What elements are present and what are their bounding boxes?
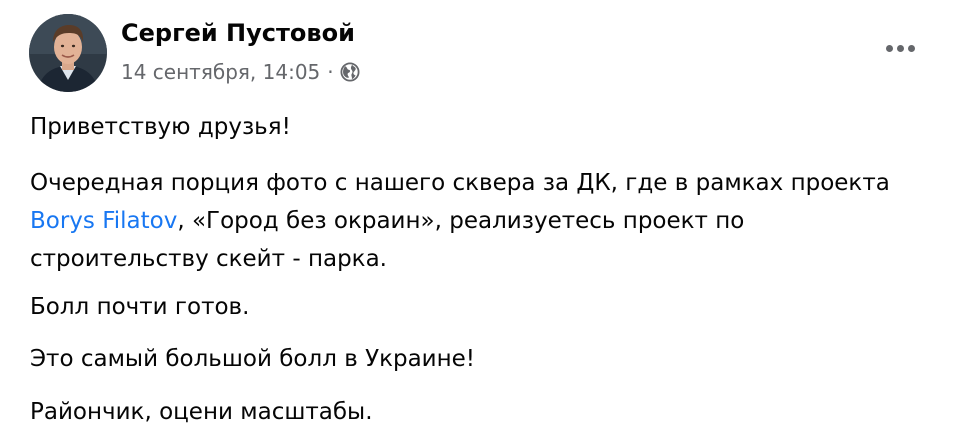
author-avatar[interactable] bbox=[29, 14, 107, 92]
author-name[interactable]: Сергей Пустовой bbox=[121, 16, 355, 50]
post-paragraph-5: Райончик, оцени масштабы. bbox=[30, 399, 373, 425]
post-paragraph-3: Болл почти готов. bbox=[30, 294, 250, 320]
more-dot bbox=[896, 44, 904, 52]
globe-icon[interactable] bbox=[340, 62, 360, 82]
mention-link[interactable]: Borys Filatov bbox=[30, 208, 177, 234]
post-paragraph-4: Это самый большой болл в Украине! bbox=[30, 346, 476, 372]
post-meta: 14 сентября, 14:05 · bbox=[121, 58, 360, 86]
post-paragraph-2: Очередная порция фото с нашего сквера за… bbox=[30, 164, 930, 278]
facebook-post: Сергей Пустовой 14 сентября, 14:05 · При… bbox=[0, 0, 957, 447]
post-paragraph-1: Приветствую друзья! bbox=[30, 114, 291, 140]
meta-separator: · bbox=[327, 60, 334, 84]
more-options-button[interactable] bbox=[874, 30, 926, 66]
post-timestamp[interactable]: 14 сентября, 14:05 bbox=[121, 60, 320, 84]
more-horizontal-icon bbox=[885, 44, 893, 52]
more-dot bbox=[907, 44, 915, 52]
post-paragraph-2-text-before: Очередная порция фото с нашего сквера за… bbox=[30, 170, 890, 196]
avatar-image bbox=[29, 14, 107, 92]
